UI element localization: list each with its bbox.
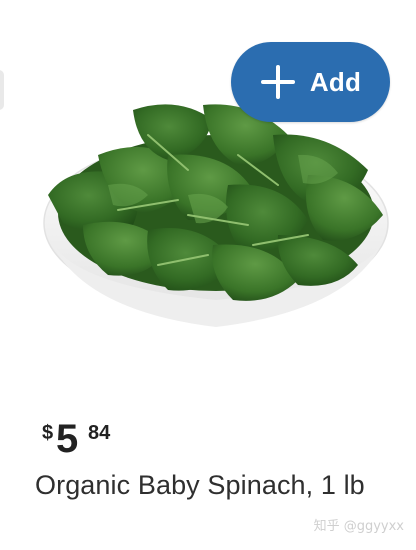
add-to-cart-button[interactable]: Add — [231, 42, 390, 122]
product-title[interactable]: Organic Baby Spinach, 1 lb — [35, 470, 365, 501]
price-currency-symbol: $ — [42, 422, 54, 444]
plus-icon — [260, 64, 296, 100]
spinach-bowl-illustration — [43, 104, 389, 327]
price-cents: 84 — [88, 422, 111, 444]
watermark: 知乎 @ggyyxx — [313, 519, 404, 534]
price-dollars: 5 — [56, 417, 79, 461]
product-image[interactable] — [38, 95, 394, 335]
add-button-label: Add — [309, 66, 362, 97]
product-card[interactable]: Add $ 5 84 Organic Baby Spinach, 1 lb 知乎… — [0, 0, 416, 550]
previous-card-edge — [0, 70, 4, 110]
